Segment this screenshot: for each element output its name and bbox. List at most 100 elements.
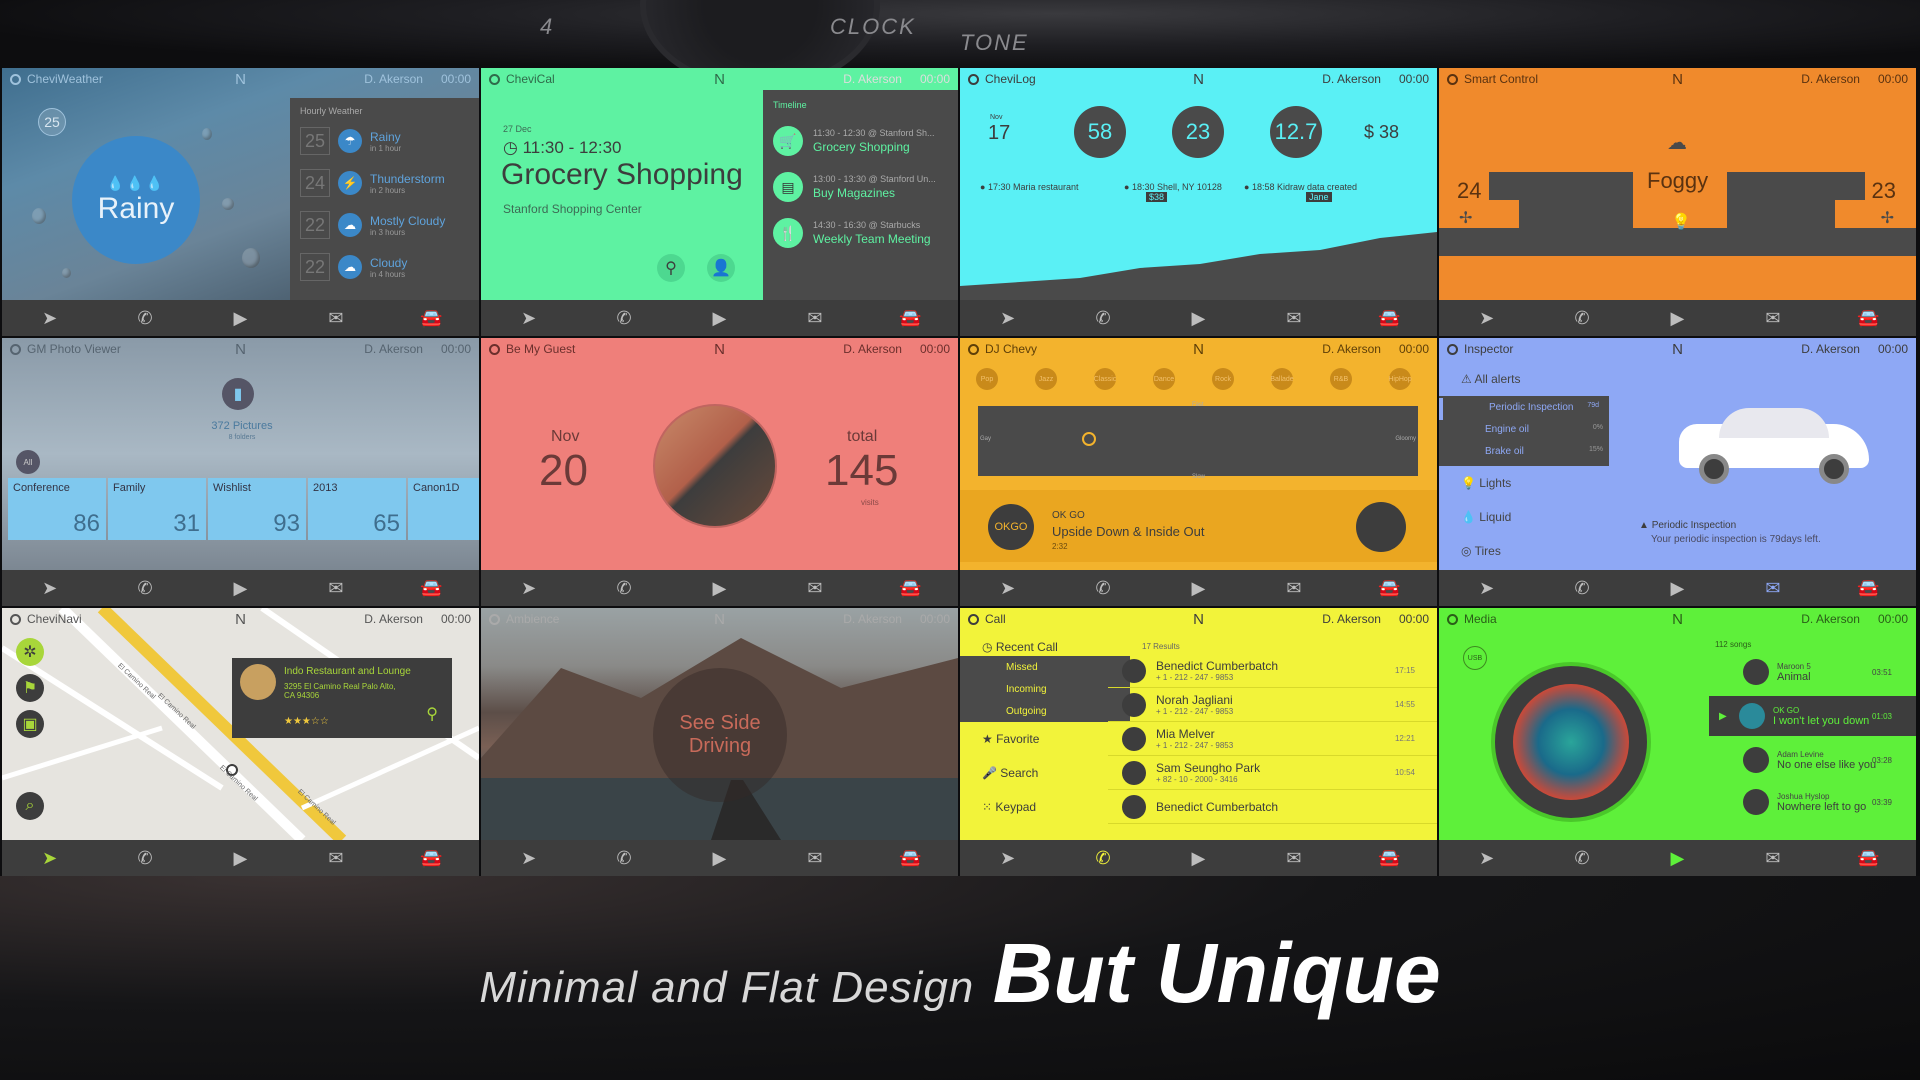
inspector-sub-item[interactable]: Engine oil 0% (1485, 424, 1603, 435)
navigation-icon[interactable]: ➤ (514, 577, 544, 599)
inspector-item[interactable]: 💡 Lights (1461, 476, 1511, 490)
car-icon[interactable]: 🚘 (1374, 577, 1404, 599)
hourly-item[interactable]: 22 ☁ Cloudy in 4 hours (300, 246, 469, 288)
play-icon[interactable]: ▶ (1183, 577, 1213, 599)
menu-favorite[interactable]: ★ Favorite (982, 732, 1039, 746)
inspector-item[interactable]: ⚠ All alerts (1461, 372, 1520, 386)
phone-icon[interactable]: ✆ (1088, 847, 1118, 869)
play-icon[interactable]: ▶ (1662, 847, 1692, 869)
album-tile[interactable]: Family 31 (108, 478, 206, 540)
genre-button[interactable]: Classic (1094, 368, 1116, 390)
navigation-icon[interactable]: ➤ (35, 847, 65, 869)
track-row[interactable]: Maroon 5 Animal 03:51 (1735, 652, 1916, 692)
message-icon[interactable]: ✉ (321, 847, 351, 869)
phone-icon[interactable]: ✆ (130, 307, 160, 329)
menu-keypad[interactable]: ⁙ Keypad (982, 800, 1036, 814)
inspector-sub-item-active[interactable]: Periodic Inspection 79d (1439, 398, 1603, 420)
navigation-icon[interactable]: ➤ (1472, 307, 1502, 329)
genre-button[interactable]: Rock (1212, 368, 1234, 390)
phone-icon[interactable]: ✆ (1567, 307, 1597, 329)
contact-row[interactable]: Benedict Cumberbatch (1108, 790, 1437, 824)
fan-icon[interactable]: ✢ (1881, 208, 1894, 228)
location-pin-icon[interactable]: ⚲ (426, 704, 438, 724)
play-icon[interactable]: ▶ (225, 307, 255, 329)
contact-row[interactable]: Norah Jagliani + 1 - 212 - 247 - 9853 14:5… (1108, 688, 1437, 722)
track-row[interactable]: Adam Levine No one else like you 03:28 (1735, 740, 1916, 780)
hourly-item[interactable]: 22 ☁ Mostly Cloudy in 3 hours (300, 204, 469, 246)
message-icon[interactable]: ✉ (800, 847, 830, 869)
flag-icon[interactable]: ⚑ (16, 674, 44, 702)
phone-icon[interactable]: ✆ (609, 577, 639, 599)
contact-row[interactable]: Mia Melver + 1 - 212 - 247 - 9853 12:21 (1108, 722, 1437, 756)
menu-missed[interactable]: Missed (1006, 662, 1038, 673)
log-entry[interactable]: ● 17:30 Maria restaurant (980, 182, 1079, 192)
play-icon[interactable]: ▶ (1662, 577, 1692, 599)
car-icon[interactable]: 🚘 (1853, 847, 1883, 869)
genre-button[interactable]: Pop (976, 368, 998, 390)
navigation-icon[interactable]: ➤ (1472, 847, 1502, 869)
navigation-icon[interactable]: ➤ (514, 307, 544, 329)
ambience-circle[interactable]: See Side Driving (653, 668, 787, 802)
navigation-icon[interactable]: ➤ (35, 577, 65, 599)
message-icon[interactable]: ✉ (1758, 577, 1788, 599)
album-tile[interactable]: Conference 86 (8, 478, 106, 540)
mood-cursor[interactable] (1082, 432, 1096, 446)
now-playing-disc[interactable] (1491, 662, 1651, 822)
track-row-playing[interactable]: ▶ OK GO I won't let you down 01:03 (1709, 696, 1916, 736)
contact-row[interactable]: Benedict Cumberbatch + 1 - 212 - 247 - 98… (1108, 654, 1437, 688)
car-icon[interactable]: 🚘 (895, 307, 925, 329)
menu-incoming[interactable]: Incoming (1006, 684, 1047, 695)
phone-icon[interactable]: ✆ (1088, 307, 1118, 329)
seat-heat-icons[interactable]: ⌐ ⌐ ⌐ (1459, 264, 1571, 280)
genre-button[interactable]: HipHop (1388, 368, 1412, 390)
place-card[interactable]: Indo Restaurant and Lounge 3295 El Camin… (232, 658, 452, 738)
message-icon[interactable]: ✉ (1279, 847, 1309, 869)
play-icon[interactable]: ▶ (225, 577, 255, 599)
navigation-icon[interactable]: ➤ (993, 847, 1023, 869)
inspector-sub-item[interactable]: Brake oil 15% (1485, 446, 1603, 457)
current-weather-circle[interactable]: 💧💧💧 Rainy (72, 136, 200, 264)
navigation-icon[interactable]: ➤ (514, 847, 544, 869)
phone-icon[interactable]: ✆ (1567, 847, 1597, 869)
message-icon[interactable]: ✉ (1279, 577, 1309, 599)
album-tile[interactable]: Wishlist 93 (208, 478, 306, 540)
record-button[interactable] (1356, 502, 1406, 552)
mood-pad[interactable]: Fast Slow Gay Gloomy (978, 402, 1418, 480)
stat-circle[interactable]: 12.7 (1270, 106, 1322, 158)
usb-source-button[interactable]: USB (1463, 646, 1487, 670)
fan-icon[interactable]: ✢ (1459, 208, 1472, 228)
phone-icon[interactable]: ✆ (609, 847, 639, 869)
message-icon[interactable]: ✉ (800, 307, 830, 329)
stat-circle[interactable]: 23 (1172, 106, 1224, 158)
seat-heat-icons[interactable]: ⌐ ⌐ ⌐ (1780, 264, 1892, 280)
log-entry[interactable]: ● 18:58 Kidraw data created Jane (1244, 182, 1357, 202)
navigation-icon[interactable]: ➤ (993, 307, 1023, 329)
album-tile[interactable]: 2013 65 (308, 478, 406, 540)
play-icon[interactable]: ▶ (1662, 307, 1692, 329)
play-icon[interactable]: ▶ (704, 577, 734, 599)
genre-button[interactable]: Dance (1153, 368, 1175, 390)
menu-recent-call[interactable]: ◷ Recent Call (982, 640, 1058, 654)
play-icon[interactable]: ▶ (1183, 847, 1213, 869)
car-icon[interactable]: 🚘 (416, 847, 446, 869)
car-icon[interactable]: 🚘 (895, 577, 925, 599)
track-row[interactable]: Joshua Hyslop Nowhere left to go 03:39 (1735, 782, 1916, 822)
all-filter-button[interactable]: All (16, 450, 40, 474)
album-tile[interactable]: Canon1D (408, 478, 479, 540)
car-icon[interactable]: 🚘 (416, 577, 446, 599)
car-icon[interactable]: 🚘 (416, 307, 446, 329)
play-icon[interactable]: ▶ (704, 307, 734, 329)
guest-avatar[interactable] (653, 404, 777, 528)
car-icon[interactable]: 🚘 (895, 847, 925, 869)
person-icon[interactable]: 👤 (707, 254, 735, 282)
hourly-item[interactable]: 24 ⚡ Thunderstorm in 2 hours (300, 162, 469, 204)
genre-button[interactable]: R&B (1330, 368, 1352, 390)
menu-outgoing[interactable]: Outgoing (1006, 706, 1047, 717)
phone-icon[interactable]: ✆ (1567, 577, 1597, 599)
message-icon[interactable]: ✉ (321, 577, 351, 599)
timeline-event[interactable]: 🛒 11:30 - 12:30 @ Stanford Sh... Grocery S… (773, 118, 948, 164)
light-icon[interactable]: 💡 (1671, 212, 1691, 232)
car-icon[interactable]: 🚘 (1853, 577, 1883, 599)
right-zone-temp[interactable]: 23 (1872, 178, 1896, 204)
message-icon[interactable]: ✉ (1758, 307, 1788, 329)
